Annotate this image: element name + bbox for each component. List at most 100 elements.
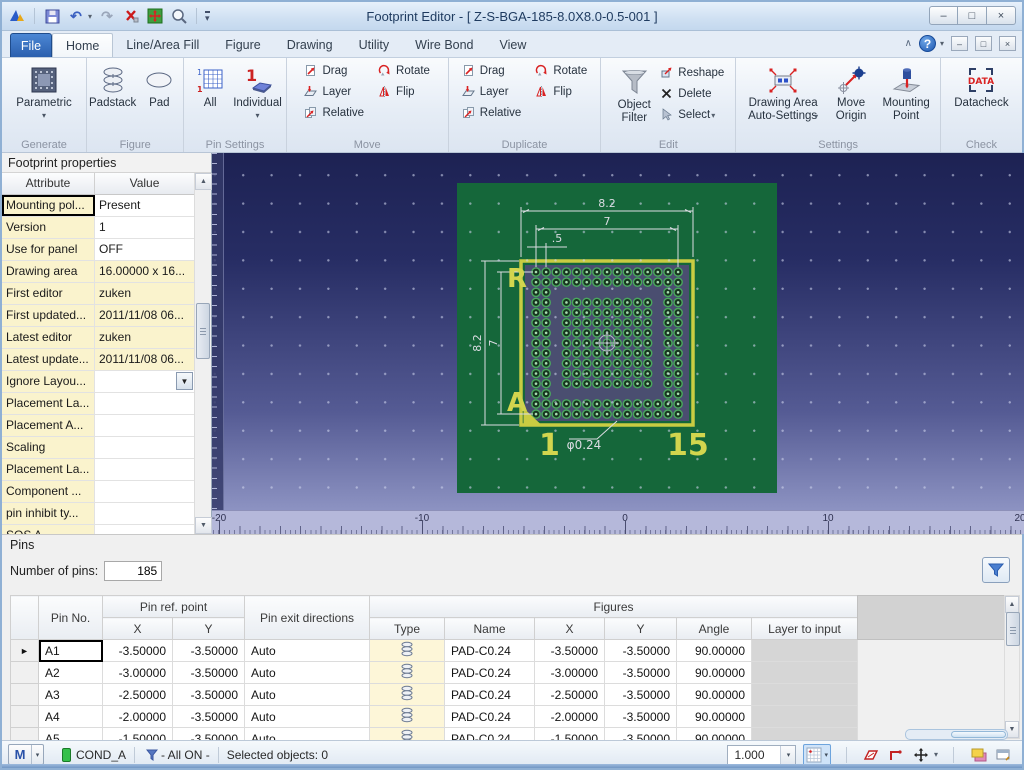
redo-button[interactable]: ↷ — [98, 7, 116, 25]
scrollbar-thumb[interactable] — [1006, 612, 1020, 646]
properties-scrollbar[interactable]: ▲ ▼ — [194, 173, 211, 534]
col-header-fig-y[interactable]: Y — [605, 618, 677, 640]
pin-row[interactable]: ►A1-3.50000-3.50000AutoPAD-C0.24-3.50000… — [11, 640, 858, 662]
close-button[interactable]: × — [987, 6, 1016, 25]
property-value-cell[interactable]: zuken — [95, 283, 195, 304]
property-value-cell[interactable] — [95, 503, 195, 524]
duplicate-rotate-button[interactable]: Rotate — [535, 64, 587, 78]
pins-scrollbar[interactable]: ▲ ▼ — [1004, 595, 1020, 739]
export-window-icon[interactable] — [994, 746, 1012, 764]
pan-mode-icon[interactable] — [912, 746, 930, 764]
property-attribute-cell[interactable]: Placement La... — [2, 459, 95, 480]
dropdown-arrow-icon[interactable]: ▾ — [42, 111, 46, 120]
pin-ref-x-cell[interactable]: -3.50000 — [103, 640, 173, 662]
property-attribute-cell[interactable]: SOS A... — [2, 525, 95, 534]
property-attribute-cell[interactable]: Latest update... — [2, 349, 95, 370]
property-attribute-cell[interactable]: Ignore Layou... — [2, 371, 95, 392]
figure-y-cell[interactable]: -3.50000 — [605, 662, 677, 684]
layer-flip-icon[interactable] — [862, 746, 880, 764]
pins-horizontal-scrollbar[interactable] — [905, 729, 1008, 740]
property-value-cell[interactable]: 1 — [95, 217, 195, 238]
property-attribute-cell[interactable]: Use for panel — [2, 239, 95, 260]
property-attribute-cell[interactable]: Version — [2, 217, 95, 238]
property-value-cell[interactable] — [95, 437, 195, 458]
property-value-cell[interactable] — [95, 481, 195, 502]
property-attribute-cell[interactable]: Scaling — [2, 437, 95, 458]
undo-dropdown-icon[interactable]: ▾ — [88, 12, 92, 21]
dropdown-button[interactable]: ▼ — [176, 372, 193, 390]
restore-button[interactable]: □ — [958, 6, 987, 25]
pin-exit-cell[interactable]: Auto — [245, 662, 370, 684]
pin-row[interactable]: A2-3.00000-3.50000AutoPAD-C0.24-3.00000-… — [11, 662, 858, 684]
scroll-up-button[interactable]: ▲ — [1005, 596, 1019, 613]
pin-row[interactable]: A3-2.50000-3.50000AutoPAD-C0.24-2.50000-… — [11, 684, 858, 706]
scrollbar-thumb[interactable] — [196, 303, 210, 359]
number-of-pins-input[interactable] — [104, 561, 162, 581]
figure-type-cell[interactable] — [370, 640, 445, 662]
move-flip-button[interactable]: Flip — [378, 85, 430, 99]
group-header-pin-ref-point[interactable]: Pin ref. point — [103, 596, 245, 618]
tab-view[interactable]: View — [487, 33, 540, 57]
col-header-pin-exit[interactable]: Pin exit directions — [245, 596, 370, 640]
property-value-cell[interactable]: OFF — [95, 239, 195, 260]
col-header-x[interactable]: X — [103, 618, 173, 640]
tab-home[interactable]: Home — [52, 33, 113, 57]
figure-x-cell[interactable]: -2.00000 — [535, 706, 605, 728]
figure-y-cell[interactable]: -3.50000 — [605, 684, 677, 706]
pin-no-cell[interactable]: A3 — [39, 684, 103, 706]
zoom-tool-button[interactable] — [170, 7, 188, 25]
col-header-type[interactable]: Type — [370, 618, 445, 640]
scrollbar-thumb[interactable] — [951, 731, 1006, 738]
undo-button[interactable]: ↶ — [67, 7, 85, 25]
row-marker-cell[interactable] — [11, 706, 39, 728]
figure-angle-cell[interactable]: 90.00000 — [677, 684, 752, 706]
pin-settings-individual-button[interactable]: 1 Individual ▾ — [233, 60, 282, 136]
column-header-attribute[interactable]: Attribute — [2, 173, 95, 194]
grid-toggle-button[interactable]: ▾ — [803, 744, 831, 766]
row-marker-cell[interactable]: ► — [11, 640, 39, 662]
layer-filter-status[interactable]: - All ON - — [161, 748, 210, 762]
figure-name-cell[interactable]: PAD-C0.24 — [445, 706, 535, 728]
figure-type-cell[interactable] — [370, 662, 445, 684]
figure-type-cell[interactable] — [370, 684, 445, 706]
pad-button[interactable]: Pad — [137, 60, 181, 136]
pin-settings-all-button[interactable]: 11 All — [188, 60, 232, 136]
save-button[interactable] — [43, 7, 61, 25]
property-value-cell[interactable] — [95, 415, 195, 436]
pin-no-cell[interactable]: A2 — [39, 662, 103, 684]
doc-minimize-button[interactable]: – — [951, 36, 968, 51]
property-attribute-cell[interactable]: Mounting pol... — [2, 195, 95, 216]
parametric-button[interactable]: Parametric ▾ — [16, 60, 72, 136]
select-button[interactable]: Select▾ — [660, 108, 724, 122]
zoom-level-combo[interactable]: 1.000 ▾ — [727, 745, 796, 765]
figure-name-cell[interactable]: PAD-C0.24 — [445, 662, 535, 684]
doc-close-button[interactable]: × — [999, 36, 1016, 51]
property-attribute-cell[interactable]: pin inhibit ty... — [2, 503, 95, 524]
pin-ref-x-cell[interactable]: -3.00000 — [103, 662, 173, 684]
figure-name-cell[interactable]: PAD-C0.24 — [445, 640, 535, 662]
col-header-pin-no[interactable]: Pin No. — [39, 596, 103, 640]
condition-name[interactable]: COND_A — [76, 748, 126, 762]
reshape-button[interactable]: Reshape — [660, 66, 724, 80]
customize-toolbar-icon[interactable]: ▾ — [205, 11, 210, 22]
figure-y-cell[interactable]: -3.50000 — [605, 640, 677, 662]
property-attribute-cell[interactable]: Component ... — [2, 481, 95, 502]
move-origin-button[interactable]: MoveOrigin — [827, 60, 875, 136]
drawing-canvas[interactable]: 8.2 7 .5 8.2 7 φ0.24 R A 1 15 -20-100102… — [212, 153, 1024, 534]
pin-filter-button[interactable] — [982, 557, 1010, 583]
figure-name-cell[interactable]: PAD-C0.24 — [445, 684, 535, 706]
layer-to-input-cell[interactable] — [752, 684, 858, 706]
duplicate-relative-button[interactable]: Relative — [462, 106, 522, 120]
figure-y-cell[interactable]: -3.50000 — [605, 706, 677, 728]
pin-exit-cell[interactable]: Auto — [245, 640, 370, 662]
duplicate-flip-button[interactable]: Flip — [535, 85, 587, 99]
figure-x-cell[interactable]: -3.50000 — [535, 640, 605, 662]
move-relative-button[interactable]: Relative — [304, 106, 364, 120]
dropdown-arrow-icon[interactable]: ▾ — [255, 111, 259, 120]
property-value-cell[interactable] — [95, 459, 195, 480]
mounting-point-button[interactable]: MountingPoint — [876, 60, 936, 136]
help-dropdown-icon[interactable]: ▾ — [940, 39, 944, 48]
figure-x-cell[interactable]: -3.00000 — [535, 662, 605, 684]
col-header-name[interactable]: Name — [445, 618, 535, 640]
app-logo-icon[interactable] — [8, 7, 26, 25]
